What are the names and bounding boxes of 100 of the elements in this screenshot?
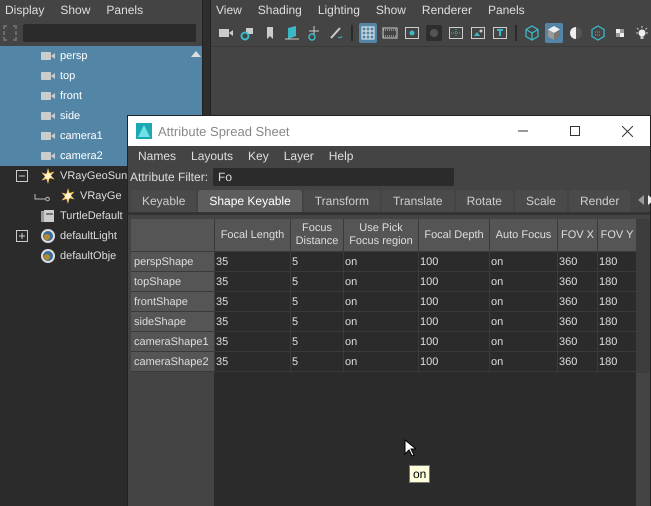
table-cell[interactable]: 35 (215, 352, 290, 371)
tab[interactable]: Rotate (456, 190, 513, 212)
cube-icon (546, 25, 562, 41)
table-cell[interactable]: 5 (291, 312, 343, 331)
tree-connector-icon (34, 194, 50, 202)
menu-item[interactable]: Show (60, 3, 90, 17)
row-header[interactable]: cameraShape2 (131, 352, 214, 371)
table-cell[interactable]: on (344, 352, 418, 371)
tab[interactable]: Shape Keyable (198, 190, 302, 212)
table-cell[interactable]: 5 (291, 272, 343, 291)
column-header[interactable]: Focus Distance (291, 219, 343, 251)
column-header[interactable]: FOV X (558, 219, 597, 251)
tab[interactable]: Scale (514, 190, 567, 212)
table-cell[interactable]: 180 (598, 352, 636, 371)
table-cell[interactable]: 35 (215, 312, 290, 331)
table-cell[interactable]: 360 (558, 332, 597, 351)
table-cell[interactable]: on (490, 352, 557, 371)
row-header[interactable]: topShape (131, 272, 214, 291)
table-cell[interactable]: 5 (291, 252, 343, 271)
table-cell[interactable]: on (490, 272, 557, 291)
table-cell[interactable]: 360 (558, 352, 597, 371)
menu-item[interactable]: Help (328, 149, 354, 163)
table-cell[interactable]: 360 (558, 252, 597, 271)
filter-field[interactable]: Fo (213, 168, 454, 186)
table-cell[interactable]: on (344, 332, 418, 351)
table-cell[interactable]: 180 (598, 312, 636, 331)
table-cell[interactable]: 35 (215, 292, 290, 311)
table-cell[interactable]: 100 (419, 292, 489, 311)
tab[interactable]: Transform (304, 190, 380, 212)
table-cell[interactable]: on (490, 252, 557, 271)
image-icon (470, 25, 486, 41)
tab[interactable]: Keyable (131, 190, 196, 212)
table-cell[interactable]: on (490, 292, 557, 311)
row-header[interactable]: frontShape (131, 292, 214, 311)
menu-item[interactable]: Renderer (422, 3, 472, 17)
menu-item[interactable]: Shading (258, 3, 302, 17)
t-square-icon (492, 25, 508, 41)
tab[interactable]: Translate (382, 190, 454, 212)
collapse-icon[interactable] (16, 170, 28, 182)
menu-item[interactable]: Lighting (318, 3, 360, 17)
table-cell[interactable]: 360 (558, 292, 597, 311)
item-label: side (60, 110, 80, 122)
menu-item[interactable]: Panels (488, 3, 525, 17)
search-field[interactable] (23, 24, 196, 42)
scrollbar[interactable] (636, 219, 650, 373)
row-header[interactable]: sideShape (131, 312, 214, 331)
table-cell[interactable]: on (344, 292, 418, 311)
table-cell[interactable]: on (344, 272, 418, 291)
item-label: persp (60, 50, 88, 62)
scroll-up-icon[interactable] (191, 51, 202, 57)
table-cell[interactable]: 35 (215, 252, 290, 271)
menu-item[interactable]: Key (248, 149, 269, 163)
menu-item[interactable]: Display (5, 3, 44, 17)
menu-item[interactable]: Names (138, 149, 176, 163)
table-cell[interactable]: 35 (215, 272, 290, 291)
table-cell[interactable]: 100 (419, 312, 489, 331)
table-cell[interactable]: 100 (419, 252, 489, 271)
toolbar-button[interactable] (545, 23, 563, 43)
row-header[interactable]: cameraShape1 (131, 332, 214, 351)
menu-item[interactable]: Layer (284, 149, 314, 163)
expand-icon[interactable] (16, 230, 28, 242)
scroll-left-icon[interactable] (638, 195, 644, 205)
table-cell[interactable]: 180 (598, 292, 636, 311)
table-cell[interactable]: on (490, 312, 557, 331)
outliner-item[interactable]: persp (0, 46, 190, 66)
table-cell[interactable]: 180 (598, 272, 636, 291)
menu-item[interactable]: Show (376, 3, 406, 17)
menu-item[interactable]: Panels (106, 3, 144, 17)
table-cell[interactable]: 360 (558, 272, 597, 291)
column-header[interactable]: Focal Length (215, 219, 290, 251)
dotted-square-icon (448, 25, 464, 41)
column-header[interactable]: Focal Depth (419, 219, 489, 251)
column-header[interactable]: Use Pick Focus region (344, 219, 418, 251)
table-cell[interactable]: 100 (419, 332, 489, 351)
table-cell[interactable]: 5 (291, 352, 343, 371)
item-label: camera2 (60, 150, 103, 162)
toolbar-button[interactable] (523, 23, 541, 43)
table-cell[interactable]: 100 (419, 272, 489, 291)
column-header[interactable]: Auto Focus (490, 219, 557, 251)
outliner-item[interactable]: top (0, 66, 190, 86)
outliner-item[interactable]: front (0, 86, 190, 106)
table-cell[interactable]: 5 (291, 332, 343, 351)
toolbar-button[interactable] (589, 23, 607, 43)
table-cell[interactable]: 180 (598, 252, 636, 271)
camera-gear-icon (240, 25, 256, 41)
table-cell[interactable]: 5 (291, 292, 343, 311)
table-cell[interactable]: 180 (598, 332, 636, 351)
table-cell[interactable]: on (344, 312, 418, 331)
table-cell[interactable]: 100 (419, 352, 489, 371)
column-header[interactable]: FOV Y (598, 219, 636, 251)
menu-item[interactable]: View (216, 3, 242, 17)
row-header[interactable]: perspShape (131, 252, 214, 271)
half-circle-icon (568, 25, 584, 41)
table-cell[interactable]: on (344, 252, 418, 271)
table-cell[interactable]: on (490, 332, 557, 351)
tab[interactable]: Render (568, 190, 630, 212)
table-cell[interactable]: 35 (215, 332, 290, 351)
menu-item[interactable]: Layouts (191, 149, 234, 163)
stack-icon (40, 208, 56, 224)
table-cell[interactable]: 360 (558, 312, 597, 331)
